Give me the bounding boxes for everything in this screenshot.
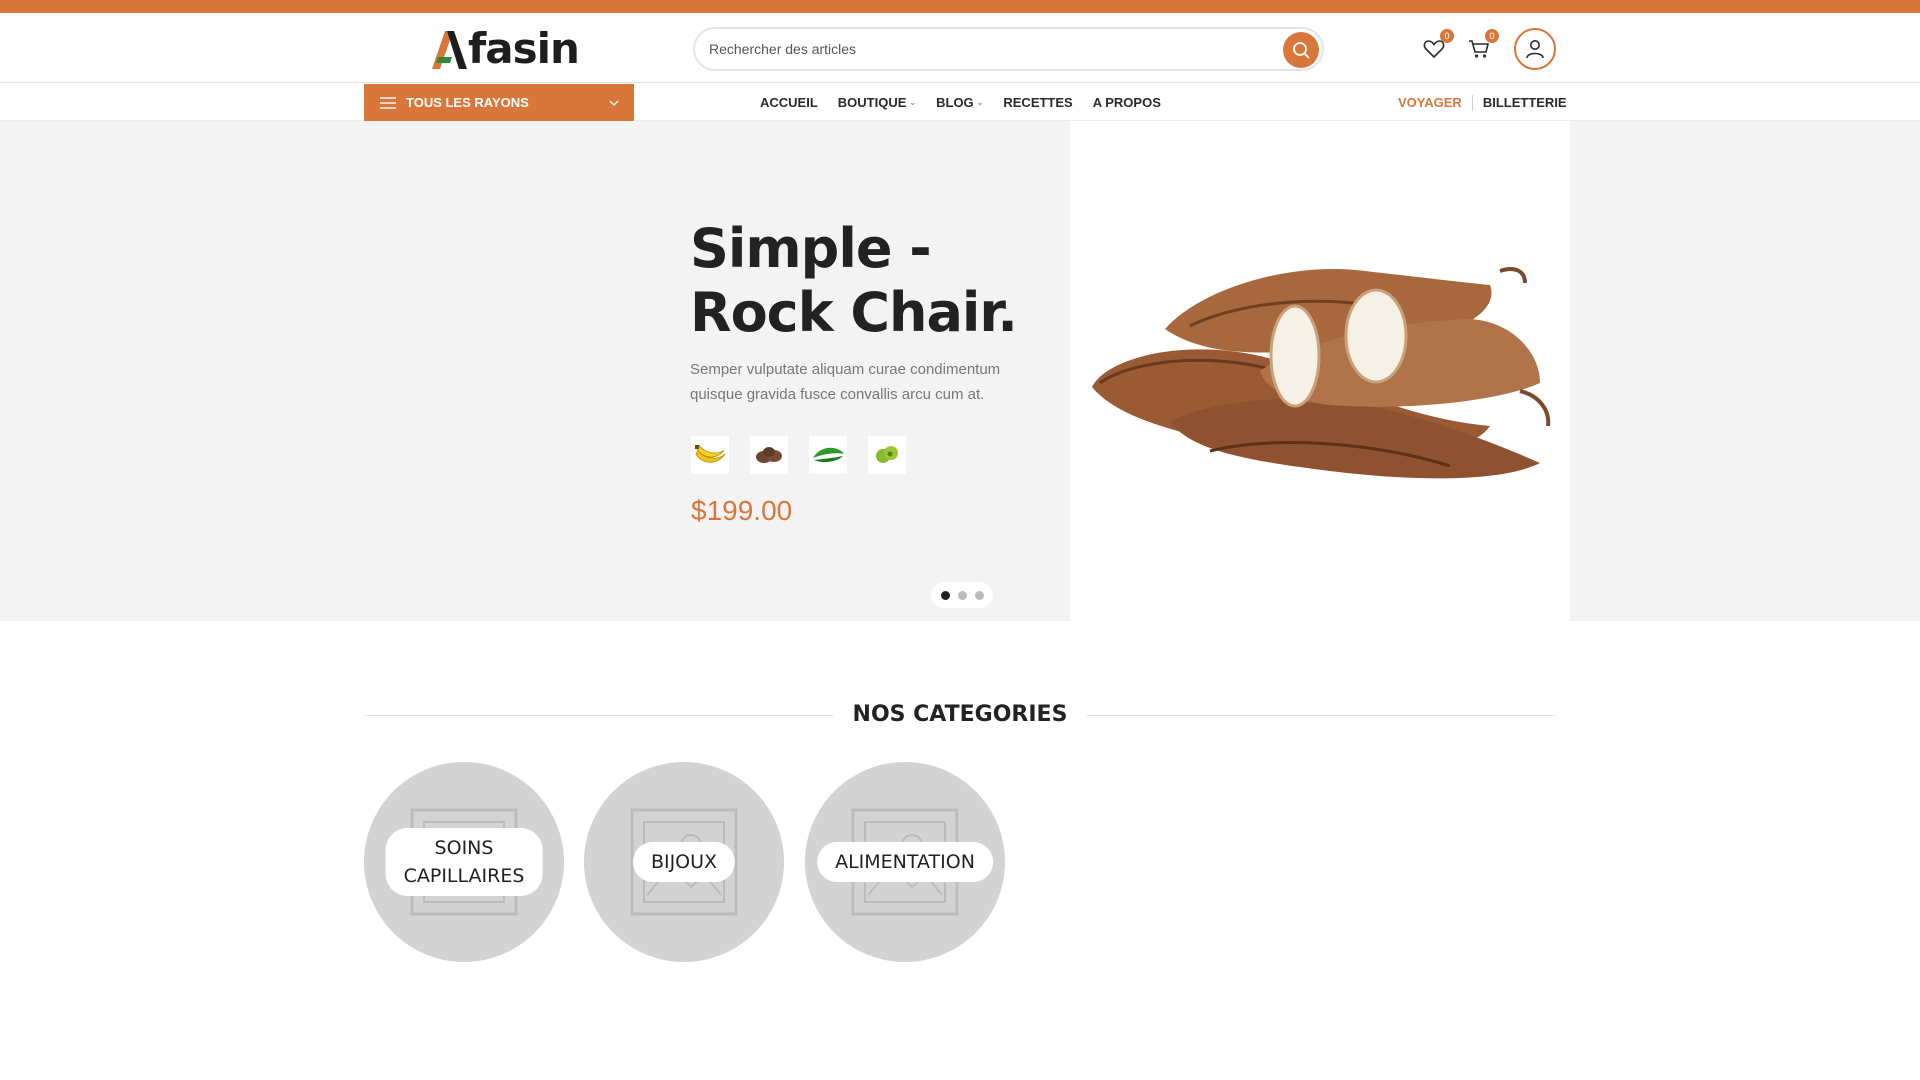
logo-text: fasin (468, 24, 580, 73)
chevron-down-icon (609, 100, 619, 106)
thumbnail-tubers[interactable] (750, 436, 788, 474)
search-icon (1293, 42, 1310, 59)
wishlist-count-badge: 0 (1440, 29, 1454, 43)
secondary-links: VOYAGER BILLETTERIE (1398, 84, 1567, 121)
category-soins-capillaires[interactable]: SOINS CAPILLAIRES (364, 762, 564, 962)
departments-dropdown[interactable]: TOUS LES RAYONS (364, 84, 634, 121)
link-billetterie[interactable]: BILLETTERIE (1483, 95, 1567, 110)
departments-label: TOUS LES RAYONS (406, 95, 529, 110)
categories-title-text: NOS CATEGORIES (832, 702, 1088, 727)
thumbnail-leaves[interactable] (809, 436, 847, 474)
hero-thumbnails (691, 436, 927, 474)
search-input[interactable] (709, 29, 1249, 69)
cart-icon (1469, 40, 1490, 58)
cart-button[interactable]: 0 (1465, 29, 1499, 63)
link-voyager[interactable]: VOYAGER (1398, 95, 1462, 110)
leaves-icon (813, 447, 844, 463)
site-header: fasin 0 0 (0, 13, 1920, 83)
slide-dot-1[interactable] (940, 590, 950, 600)
hero-title-line: Simple - (690, 217, 932, 280)
menu-item-blog[interactable]: BLOG ⌄ (936, 95, 983, 110)
menu-label: ACCUEIL (760, 95, 818, 110)
categories-heading-row: NOS CATEGORIES (364, 700, 1556, 730)
menu-label: A PROPOS (1092, 95, 1161, 110)
menu-item-boutique[interactable]: BOUTIQUE ⌄ (838, 95, 916, 110)
cart-count-badge: 0 (1485, 29, 1499, 43)
category-label: BIJOUX (632, 842, 736, 882)
category-alimentation[interactable]: ALIMENTATION (805, 762, 1005, 962)
hero-title: Simple - Rock Chair. (690, 217, 1050, 345)
search-bar (693, 27, 1324, 71)
search-button[interactable] (1283, 32, 1319, 68)
chevron-down-icon: ⌄ (909, 98, 917, 107)
slide-dot-3[interactable] (974, 590, 984, 600)
logo-mark-icon (432, 31, 467, 69)
green-fruit-icon (876, 446, 898, 463)
category-label-line: CAPILLAIRES (403, 865, 525, 887)
account-button[interactable] (1514, 28, 1556, 70)
slide-dot-2[interactable] (957, 590, 967, 600)
hero-description: Semper vulputate aliquam curae condiment… (690, 361, 1001, 403)
divider (1471, 94, 1473, 111)
menu-label: BOUTIQUE (837, 95, 907, 110)
hero-title-line: Rock Chair. (690, 281, 1018, 344)
main-navbar: TOUS LES RAYONS ACCUEIL BOUTIQUE ⌄ BLOG ⌄ … (0, 84, 1920, 121)
category-label: ALIMENTATION (817, 842, 993, 882)
thumbnail-banana[interactable] (691, 436, 729, 474)
thumbnail-green-fruit[interactable] (868, 436, 906, 474)
menu-label: RECETTES (1003, 95, 1073, 110)
cassava-image (1092, 267, 1551, 479)
site-logo[interactable]: fasin (428, 24, 580, 73)
tubers-icon (756, 447, 782, 463)
category-label: SOINS CAPILLAIRES (385, 828, 543, 896)
banana-icon (695, 444, 726, 463)
hamburger-icon (380, 96, 396, 109)
categories-title: NOS CATEGORIES (364, 700, 1556, 730)
chevron-down-icon: ⌄ (976, 98, 984, 107)
menu-item-a-propos[interactable]: A PROPOS (1093, 95, 1161, 110)
hero-slider: Simple - Rock Chair. Semper vulputate al… (0, 121, 1920, 621)
hero-price: $199.00 (691, 495, 793, 526)
menu-item-accueil[interactable]: ACCUEIL (760, 95, 818, 110)
menu-label: BLOG (936, 95, 974, 110)
user-icon (1526, 40, 1544, 59)
menu-item-recettes[interactable]: RECETTES (1003, 95, 1072, 110)
main-menu: ACCUEIL BOUTIQUE ⌄ BLOG ⌄ RECETTES A PROPO… (760, 84, 1181, 121)
hero-image (1070, 121, 1570, 621)
wishlist-button[interactable]: 0 (1420, 29, 1454, 63)
top-accent-bar (0, 0, 1920, 13)
heart-icon (1423, 40, 1445, 59)
slider-pagination (931, 582, 993, 608)
category-label-line: SOINS (434, 837, 494, 859)
category-bijoux[interactable]: BIJOUX (584, 762, 784, 962)
